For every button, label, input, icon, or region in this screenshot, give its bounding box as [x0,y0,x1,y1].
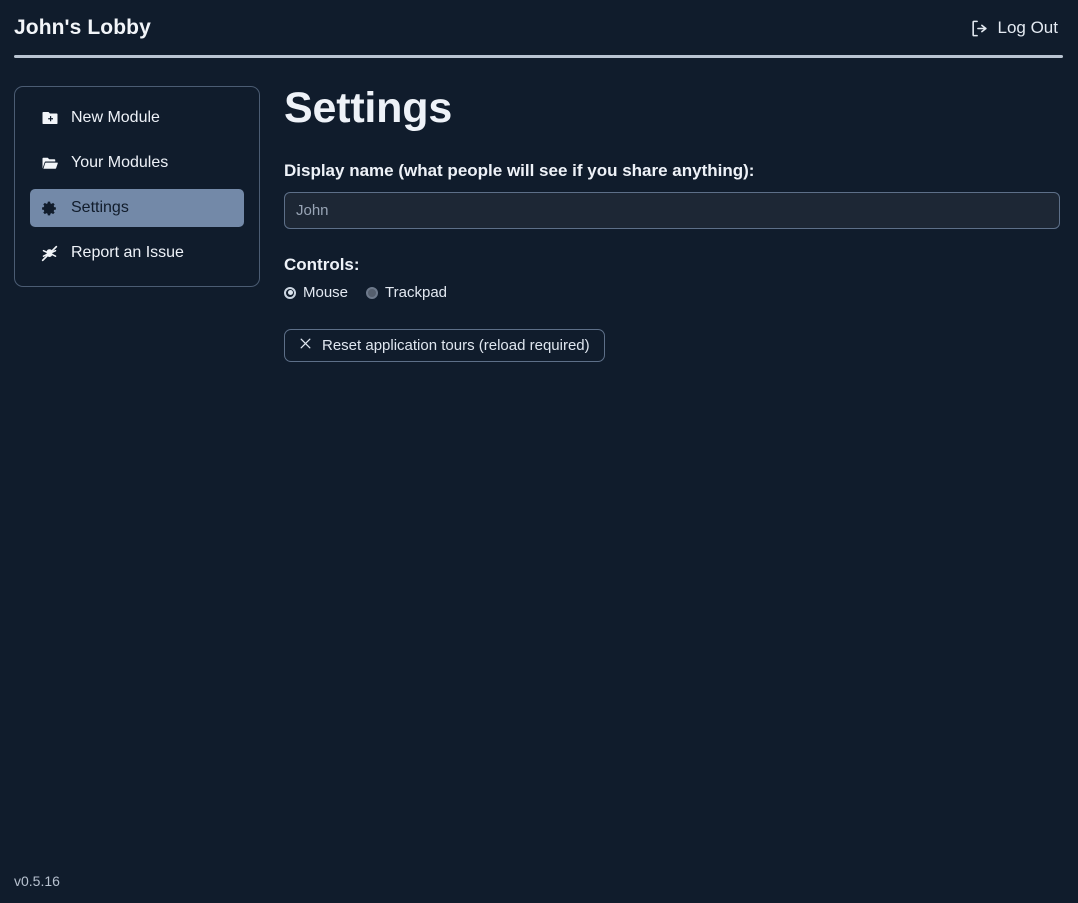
version-label: v0.5.16 [14,873,60,889]
radio-label: Trackpad [385,284,448,302]
sidebar: New Module Your Modules Settings Report … [14,86,260,287]
radio-indicator-selected[interactable] [284,286,296,299]
bug-slash-icon [40,244,59,263]
sidebar-item-label: Report an Issue [71,244,184,261]
logout-button[interactable]: Log Out [968,14,1061,42]
page-title: Settings [284,84,453,132]
controls-radio-group: Mouse Trackpad [284,284,1060,301]
sidebar-item-label: New Module [71,109,160,126]
controls-label: Controls: [284,255,360,275]
radio-option-trackpad[interactable]: Trackpad [366,284,447,301]
header-divider [14,55,1063,58]
gear-icon [40,199,59,218]
sidebar-item-settings[interactable]: Settings [30,189,244,227]
sidebar-item-report-an-issue[interactable]: Report an Issue [30,234,244,272]
radio-label: Mouse [303,284,349,302]
logout-arrow-icon [970,19,989,38]
radio-option-mouse[interactable]: Mouse [284,284,348,301]
display-name-label: Display name (what people will see if yo… [284,161,755,181]
sidebar-item-your-modules[interactable]: Your Modules [30,144,244,182]
close-x-icon [299,337,312,354]
display-name-input[interactable] [284,192,1060,230]
folder-plus-icon [40,109,59,128]
app-title: John's Lobby [14,16,151,39]
sidebar-item-label: Your Modules [71,154,169,171]
sidebar-item-label: Settings [71,199,129,216]
folder-open-icon [40,154,59,173]
top-bar: John's Lobby Log Out [0,0,1078,56]
logout-label: Log Out [997,18,1059,37]
page-layout: New Module Your Modules Settings Report … [0,56,1078,363]
reset-application-tours-button[interactable]: Reset application tours (reload required… [284,329,605,363]
reset-button-label: Reset application tours (reload required… [322,337,590,355]
sidebar-item-new-module[interactable]: New Module [30,99,244,137]
main-content: Settings Display name (what people will … [260,84,1078,363]
radio-indicator-unselected[interactable] [366,286,379,299]
